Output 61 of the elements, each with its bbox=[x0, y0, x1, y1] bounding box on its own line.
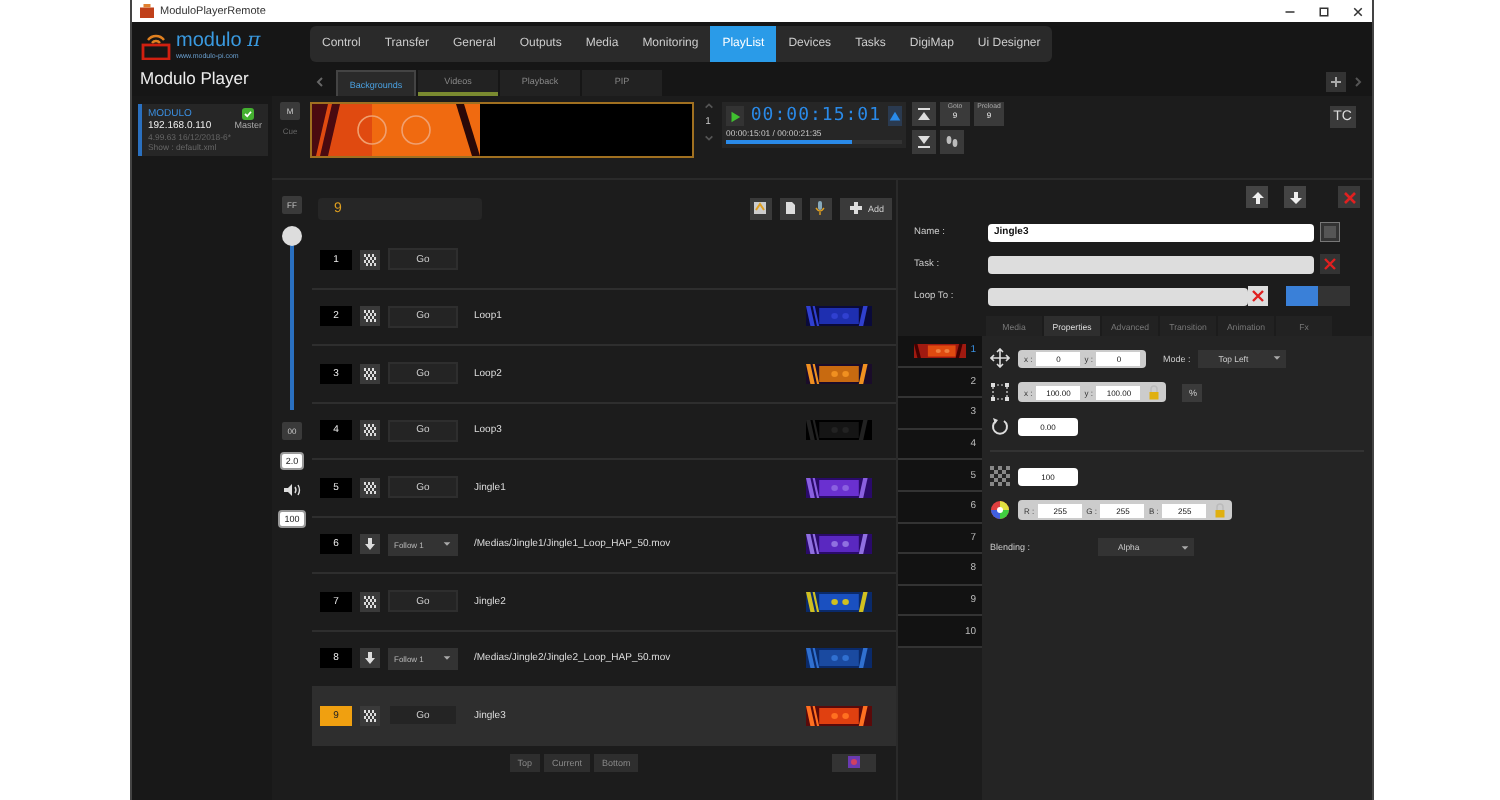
clear-icon[interactable] bbox=[1248, 286, 1268, 306]
footprints-icon bbox=[944, 134, 960, 150]
product-name: Modulo Player bbox=[140, 68, 251, 88]
scroll-right-icon[interactable] bbox=[1352, 76, 1364, 88]
loop-toggle[interactable] bbox=[1286, 286, 1350, 306]
maximize-icon[interactable] bbox=[1318, 5, 1330, 17]
slider-thumb[interactable] bbox=[282, 226, 302, 246]
checkered-flag-icon[interactable] bbox=[360, 477, 380, 498]
arrow-up-icon bbox=[1249, 189, 1265, 205]
opacity-icon bbox=[990, 466, 1010, 486]
plus-icon bbox=[1330, 76, 1342, 88]
microphone-button[interactable] bbox=[809, 197, 832, 219]
caret-icon bbox=[1272, 354, 1283, 362]
down-arrow-icon[interactable] bbox=[360, 648, 380, 669]
minimize-icon[interactable] bbox=[1284, 5, 1296, 17]
checkered-flag-icon[interactable] bbox=[360, 363, 380, 384]
checkered-flag-icon[interactable] bbox=[360, 306, 380, 327]
caret-icon bbox=[442, 654, 452, 663]
scroll-left-icon[interactable] bbox=[314, 76, 326, 88]
triangle-up-icon bbox=[887, 109, 902, 123]
play-button[interactable] bbox=[726, 106, 745, 126]
texture-icon[interactable] bbox=[1320, 222, 1340, 242]
add-tab-button[interactable] bbox=[1326, 72, 1346, 92]
arrow-down-icon bbox=[1287, 189, 1303, 205]
speed-slider[interactable] bbox=[282, 226, 302, 410]
speaker-icon bbox=[282, 482, 302, 498]
loop-field[interactable] bbox=[988, 287, 1248, 305]
plus-icon bbox=[847, 200, 864, 216]
checkered-flag-icon[interactable] bbox=[360, 591, 380, 612]
brand-name: modulo π bbox=[176, 31, 261, 51]
checkered-flag-icon[interactable] bbox=[360, 705, 380, 726]
checkered-flag-icon[interactable] bbox=[360, 249, 380, 270]
task-field[interactable] bbox=[988, 255, 1314, 273]
resize-icon bbox=[990, 382, 1010, 402]
top-button[interactable] bbox=[912, 102, 936, 126]
down-arrow-icon[interactable] bbox=[360, 534, 380, 555]
rotate-icon bbox=[990, 416, 1010, 436]
skip-bottom-icon bbox=[916, 134, 932, 150]
caret-icon bbox=[442, 540, 452, 549]
skip-top-icon bbox=[916, 106, 932, 122]
timecode: 00:00:15:01 bbox=[750, 106, 881, 126]
caret-icon bbox=[1180, 543, 1190, 551]
import-button[interactable] bbox=[749, 197, 772, 219]
color-wheel-icon bbox=[990, 500, 1010, 520]
close-icon bbox=[1341, 189, 1357, 205]
logo-icon bbox=[140, 31, 172, 59]
app-icon bbox=[140, 4, 154, 18]
move-icon bbox=[990, 348, 1010, 368]
play-icon bbox=[728, 109, 743, 123]
checkered-flag-icon[interactable] bbox=[360, 420, 380, 441]
close-icon[interactable] bbox=[1352, 5, 1364, 17]
move-down-button[interactable] bbox=[1284, 186, 1306, 208]
eject-button[interactable] bbox=[887, 106, 902, 126]
move-up-button[interactable] bbox=[1246, 186, 1268, 208]
bottom-button[interactable] bbox=[912, 130, 936, 154]
microphone-icon bbox=[812, 200, 829, 216]
preview-button[interactable] bbox=[832, 753, 877, 771]
step-button[interactable] bbox=[940, 130, 964, 154]
document-button[interactable] bbox=[779, 197, 802, 219]
clear-icon[interactable] bbox=[1320, 254, 1340, 274]
document-icon bbox=[782, 200, 799, 216]
